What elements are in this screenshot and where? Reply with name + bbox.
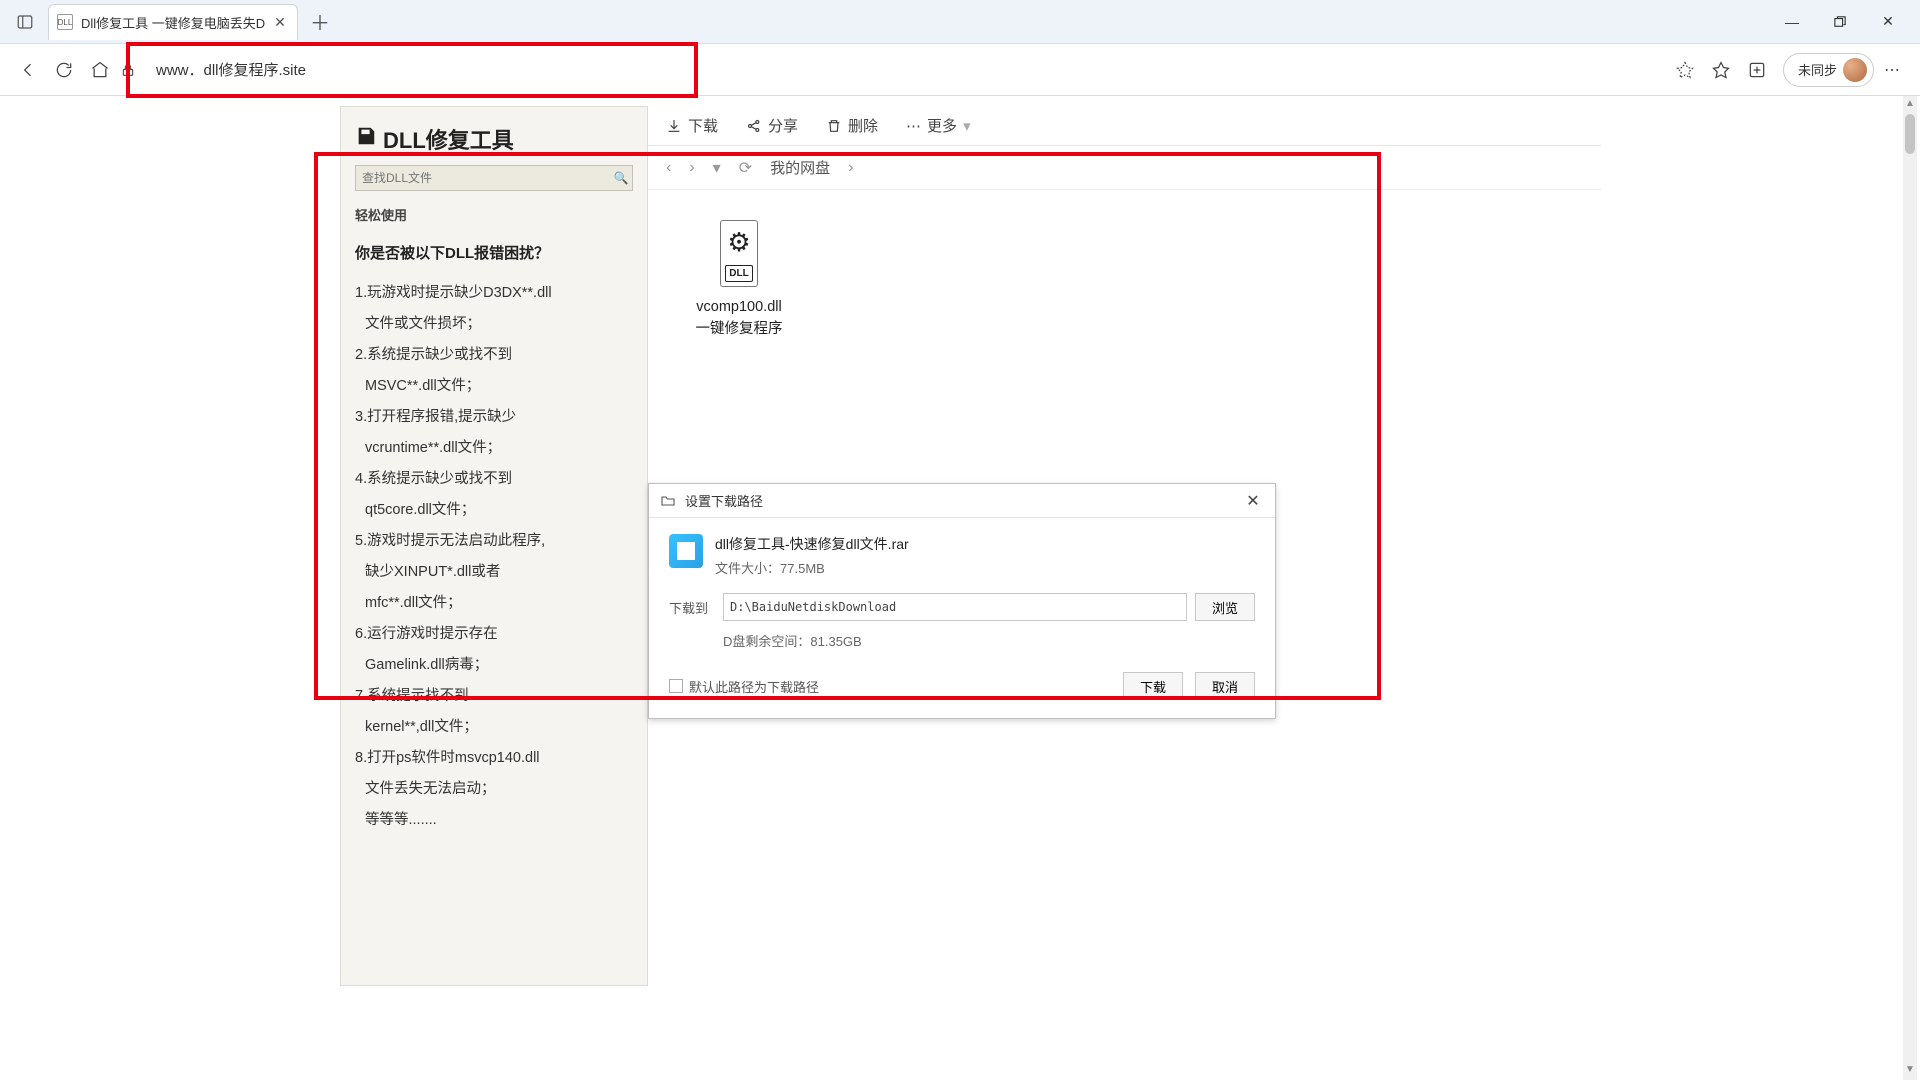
lock-icon [118, 60, 138, 80]
window-close-button[interactable]: ✕ [1864, 2, 1912, 42]
collections-button[interactable] [1739, 52, 1775, 88]
file-icon: ⚙ DLL [720, 220, 757, 287]
avatar-icon [1843, 58, 1867, 82]
app-icon [669, 534, 703, 568]
floppy-icon [355, 125, 377, 153]
window-minimize-button[interactable]: — [1768, 2, 1816, 42]
sidebar-search-input[interactable] [356, 171, 610, 185]
chevron-down-icon: ▾ [963, 117, 971, 135]
dialog-cancel-button[interactable]: 取消 [1195, 672, 1255, 700]
profile-sync-label: 未同步 [1798, 60, 1837, 79]
sidebar-list-line: 等等等....... [355, 806, 633, 835]
toolbar-more[interactable]: ⋯ 更多 ▾ [906, 115, 971, 136]
sidebar-list-line: 5.游戏时提示无法启动此程序, [355, 527, 633, 556]
trash-icon [826, 118, 842, 134]
download-path-dialog: 设置下载路径 ✕ dll修复工具-快速修复dll文件.rar 文件大小：77.5… [648, 483, 1276, 719]
easy-use-label: 轻松使用 [355, 205, 633, 224]
tab-favicon: DLL [57, 14, 73, 30]
sidebar-list-line: 缺少XINPUT*.dll或者 [355, 558, 633, 587]
address-bar[interactable]: www．dll修复程序.site [152, 53, 1659, 86]
file-toolbar: 下载 分享 删除 ⋯ 更多 ▾ [648, 106, 1601, 146]
toolbar-share[interactable]: 分享 [746, 115, 798, 136]
dots-icon: ⋯ [906, 117, 921, 135]
breadcrumb-bar: ‹ › ▾ ⟳ 我的网盘 › [648, 146, 1601, 190]
tab-title: Dll修复工具 一键修复电脑丢失D [81, 13, 265, 32]
dialog-file-name: dll修复工具-快速修复dll文件.rar [715, 534, 909, 554]
sidebar-list-line: 3.打开程序报错,提示缺少 [355, 403, 633, 432]
sidebar-list-line: 1.玩游戏时提示缺少D3DX**.dll [355, 279, 633, 308]
profile-sync-button[interactable]: 未同步 [1783, 53, 1874, 87]
back-button[interactable] [10, 52, 46, 88]
favorites-button[interactable] [1703, 52, 1739, 88]
browser-menu-button[interactable]: ⋯ [1874, 52, 1910, 88]
page-zoom-button[interactable] [1667, 52, 1703, 88]
download-icon [666, 118, 682, 134]
window-maximize-button[interactable] [1816, 2, 1864, 42]
sidebar-list-line: 6.运行游戏时提示存在 [355, 620, 633, 649]
sidebar-list-line: vcruntime**.dll文件； [355, 434, 633, 463]
breadcrumb-root[interactable]: 我的网盘 [770, 157, 830, 178]
gear-icon: ⚙ [725, 223, 752, 262]
path-label: 下载到 [669, 598, 715, 617]
scrollbar-down-icon[interactable]: ▼ [1903, 1064, 1917, 1078]
browse-button[interactable]: 浏览 [1195, 593, 1255, 621]
file-item[interactable]: ⚙ DLL vcomp100.dll 一键修复程序 [674, 220, 804, 340]
sidebar-list-line: MSVC**.dll文件； [355, 372, 633, 401]
disk-space-label: D盘剩余空间：81.35GB [723, 631, 1255, 650]
checkbox-icon [669, 679, 683, 693]
nav-fwd-icon[interactable]: › [689, 159, 694, 177]
sidebar-list-line: 8.打开ps软件时msvcp140.dll [355, 744, 633, 773]
home-button[interactable] [82, 52, 118, 88]
file-name-line1: vcomp100.dll [674, 297, 804, 319]
sidebar-question: 你是否被以下DLL报错困扰？ [355, 242, 633, 263]
vertical-scrollbar[interactable]: ▲ ▼ [1903, 96, 1917, 1080]
scrollbar-thumb[interactable] [1905, 114, 1915, 154]
remember-path-checkbox[interactable]: 默认此路径为下载路径 [669, 677, 819, 696]
scrollbar-up-icon[interactable]: ▲ [1903, 98, 1917, 112]
browser-tab[interactable]: DLL Dll修复工具 一键修复电脑丢失D ✕ [48, 4, 298, 40]
refresh-button[interactable] [46, 52, 82, 88]
toolbar-delete[interactable]: 删除 [826, 115, 878, 136]
chevron-right-icon: › [848, 159, 853, 177]
sidebar-list-line: 2.系统提示缺少或找不到 [355, 341, 633, 370]
search-icon: 🔍 [610, 171, 632, 185]
new-tab-button[interactable]: ＋ [304, 6, 336, 38]
dialog-title: 设置下载路径 [685, 491, 763, 510]
share-icon [746, 118, 762, 134]
sidebar-list-line: 4.系统提示缺少或找不到 [355, 465, 633, 494]
sidebar-search[interactable]: 🔍 [355, 165, 633, 191]
toolbar-download[interactable]: 下载 [666, 115, 718, 136]
dialog-folder-icon [659, 492, 677, 510]
sidebar-list-line: 文件或文件损坏； [355, 310, 633, 339]
sidebar-list-line: mfc**.dll文件； [355, 589, 633, 618]
sidebar-list-line: Gamelink.dll病毒； [355, 651, 633, 680]
dialog-close-button[interactable]: ✕ [1241, 489, 1265, 513]
dialog-file-size: 文件大小：77.5MB [715, 558, 909, 577]
sidebar-list-line: qt5core.dll文件； [355, 496, 633, 525]
dialog-download-button[interactable]: 下载 [1123, 672, 1183, 700]
file-name-line2: 一键修复程序 [674, 319, 804, 341]
sidebar-title: DLL修复工具 [355, 123, 633, 155]
download-path-input[interactable] [723, 593, 1187, 621]
sidebar-list-line: kernel**,dll文件； [355, 713, 633, 742]
sidebar-list-line: 7.系统提示找不到 [355, 682, 633, 711]
tab-close-button[interactable]: ✕ [271, 13, 289, 31]
tab-shelf-button[interactable] [8, 5, 42, 39]
sidebar-list-line: 文件丢失无法启动； [355, 775, 633, 804]
refresh-icon[interactable]: ⟳ [739, 158, 752, 178]
page-sidebar: DLL修复工具 🔍 轻松使用 你是否被以下DLL报错困扰？ 1.玩游戏时提示缺少… [340, 106, 648, 986]
history-dropdown-icon[interactable]: ▾ [713, 158, 721, 178]
nav-back-icon[interactable]: ‹ [666, 159, 671, 177]
